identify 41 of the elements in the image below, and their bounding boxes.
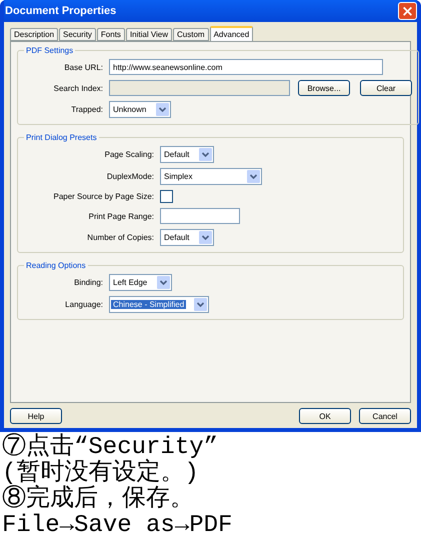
field-label: Trapped: xyxy=(70,105,103,114)
dropdown-value: Default xyxy=(163,233,190,242)
dropdown-value: Chinese - Simplified xyxy=(111,300,186,309)
help-button[interactable]: Help xyxy=(10,408,62,424)
dropdown[interactable]: Default xyxy=(160,229,214,246)
group-title: Reading Options xyxy=(25,261,87,270)
field-label: Page Scaling: xyxy=(104,150,154,159)
checkbox[interactable] xyxy=(160,190,173,203)
tab[interactable]: Advanced xyxy=(210,26,254,41)
dropdown[interactable]: Unknown xyxy=(109,101,172,118)
tab[interactable]: Initial View xyxy=(126,28,172,41)
dropdown[interactable]: Simplex xyxy=(160,168,262,185)
dropdown-value: Default xyxy=(163,150,190,159)
tab[interactable]: Custom xyxy=(173,28,209,41)
tab[interactable]: Description xyxy=(10,28,58,41)
text-field[interactable]: http://www.seanewsonline.com xyxy=(109,59,383,75)
tab[interactable]: Security xyxy=(59,28,96,41)
dropdown[interactable]: Chinese - Simplified xyxy=(109,296,210,313)
field-label: DuplexMode: xyxy=(106,172,154,181)
cancel-button[interactable]: Cancel xyxy=(359,408,411,424)
close-button[interactable]: × xyxy=(398,2,417,20)
dropdown[interactable]: Left Edge xyxy=(109,274,172,291)
dropdown[interactable]: Default xyxy=(160,146,214,163)
ok-button[interactable]: OK xyxy=(299,408,351,424)
group-title: Print Dialog Presets xyxy=(25,133,98,142)
field-label: Search Index: xyxy=(52,84,103,92)
instruction-line: ⑧完成后，保存。 xyxy=(2,487,195,513)
dropdown-value: Simplex xyxy=(163,172,194,181)
window-title: Document Properties xyxy=(5,5,116,17)
tab[interactable]: Fonts xyxy=(96,28,125,41)
dropdown-value: Unknown xyxy=(112,105,148,114)
group-title: PDF Settings xyxy=(25,46,74,55)
field-label: Number of Copies: xyxy=(86,233,154,242)
field-label: Print Page Range: xyxy=(88,212,154,220)
field-label: Language: xyxy=(64,300,103,309)
field-label: Base URL: xyxy=(63,62,103,72)
text-field[interactable] xyxy=(160,208,240,224)
field-label: Paper Source by Page Size: xyxy=(52,192,154,201)
instruction-line: File→Save as→PDF xyxy=(2,513,234,539)
field-label: Binding: xyxy=(73,278,103,287)
dropdown-value: Left Edge xyxy=(112,278,148,287)
